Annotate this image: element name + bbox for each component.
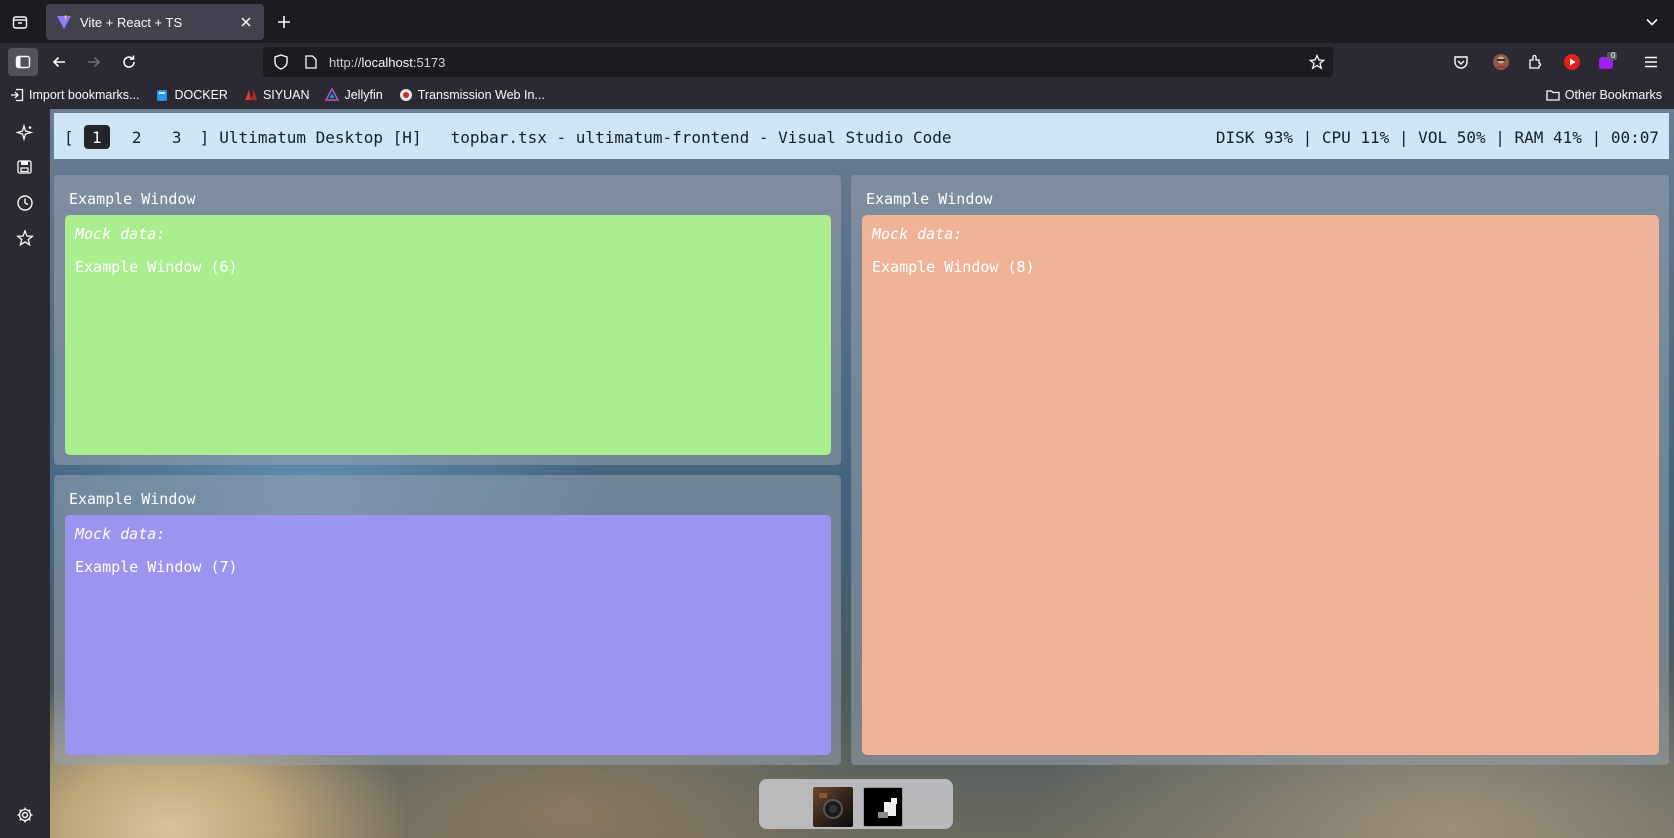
active-window-title: topbar.tsx - ultimatum-frontend - Visual… <box>450 127 952 147</box>
workspace-indicator: [ 1 2 3 ] Ultimatum Desktop [H] topbar.t… <box>64 125 951 149</box>
url-text[interactable]: http://localhost:5173 <box>329 55 445 70</box>
window-body: Mock data: Example Window (8) <box>862 215 1659 755</box>
mock-data-label: Mock data: <box>75 225 166 243</box>
mock-data-label: Mock data: <box>75 525 166 543</box>
workspace-close-bracket: ] <box>199 127 210 147</box>
account-avatar-icon[interactable] <box>1486 48 1516 76</box>
system-status: DISK 93% | CPU 11% | VOL 50% | RAM 41% |… <box>1215 128 1659 147</box>
back-icon[interactable] <box>44 48 74 76</box>
synced-tabs-icon[interactable] <box>13 156 37 180</box>
workspace-1[interactable]: 1 <box>83 125 110 149</box>
tab-strip: Vite + React + TS <box>0 0 1674 43</box>
forward-icon[interactable] <box>79 48 109 76</box>
jellyfin-icon <box>325 88 340 102</box>
extension-badge-count: 0 <box>1611 51 1616 60</box>
bookmark-label: SIYUAN <box>262 88 310 102</box>
address-bar[interactable]: http://localhost:5173 <box>263 47 1333 77</box>
close-tab-icon[interactable] <box>238 14 254 30</box>
window-content: Example Window (6) <box>75 258 238 276</box>
shield-icon[interactable] <box>273 54 289 70</box>
new-tab-icon[interactable] <box>274 12 294 32</box>
chevron-down-icon[interactable] <box>1642 12 1662 32</box>
bookmark-label: Transmission Web In... <box>417 88 545 102</box>
other-bookmarks[interactable]: Other Bookmarks <box>1540 84 1668 106</box>
window-content: Example Window (8) <box>872 258 1035 276</box>
workspace-open-bracket: [ <box>64 127 74 147</box>
window-title: Example Window <box>866 190 993 208</box>
import-icon <box>10 88 24 102</box>
other-bookmarks-label: Other Bookmarks <box>1564 88 1662 102</box>
transmission-icon <box>399 88 413 102</box>
tab-list-icon[interactable] <box>10 12 30 32</box>
mock-data-label: Mock data: <box>872 225 963 243</box>
pocket-icon[interactable] <box>1446 48 1476 76</box>
window-body: Mock data: Example Window (7) <box>65 515 831 755</box>
window-title: Example Window <box>69 490 196 508</box>
extension-badge-icon[interactable]: 0 <box>1592 48 1622 76</box>
workspace-3[interactable]: 3 <box>164 125 190 149</box>
folder-icon <box>1546 88 1560 102</box>
bookmark-label: DOCKER <box>174 88 228 102</box>
ai-sparkle-icon[interactable] <box>13 121 37 145</box>
siyuan-icon <box>244 88 258 102</box>
desktop-topbar: [ 1 2 3 ] Ultimatum Desktop [H] topbar.t… <box>54 113 1669 159</box>
sidebar-toggle-icon[interactable] <box>8 48 38 76</box>
bookmark-docker[interactable]: DOCKER <box>149 84 233 106</box>
bookmark-label: Jellyfin <box>344 88 383 102</box>
page-icon[interactable] <box>303 54 319 70</box>
window-body: Mock data: Example Window (6) <box>65 215 831 455</box>
navigation-toolbar: http://localhost:5173 0 <box>0 43 1674 81</box>
bookmark-star-icon[interactable] <box>1308 53 1326 70</box>
photo-app-icon[interactable] <box>813 787 853 827</box>
bookmark-import[interactable]: Import bookmarks... <box>4 84 145 106</box>
bookmark-siyuan[interactable]: SIYUAN <box>238 84 316 106</box>
settings-gear-icon[interactable] <box>13 803 37 827</box>
desktop-label: Ultimatum Desktop [H] <box>219 127 422 147</box>
window-title: Example Window <box>69 190 196 208</box>
example-window-8[interactable]: Example Window Mock data: Example Window… <box>851 175 1669 765</box>
bookmark-label: Import bookmarks... <box>29 88 140 102</box>
bookmarks-toolbar: Import bookmarks... DOCKER SIYUAN Jellyf… <box>0 81 1674 109</box>
example-window-6[interactable]: Example Window Mock data: Example Window… <box>54 175 841 465</box>
example-window-7[interactable]: Example Window Mock data: Example Window… <box>54 475 841 765</box>
tab-title: Vite + React + TS <box>80 14 183 30</box>
bookmark-jellyfin[interactable]: Jellyfin <box>319 84 388 106</box>
reload-icon[interactable] <box>114 48 144 76</box>
terminal-app-icon[interactable] <box>863 787 903 827</box>
youtube-icon[interactable] <box>1557 48 1587 76</box>
vite-icon <box>56 14 72 30</box>
bookmark-transmission[interactable]: Transmission Web In... <box>393 84 551 106</box>
history-icon[interactable] <box>13 191 37 215</box>
tab-vite-react[interactable]: Vite + React + TS <box>46 4 264 40</box>
web-page: [ 1 2 3 ] Ultimatum Desktop [H] topbar.t… <box>50 109 1674 838</box>
workspace-2[interactable]: 2 <box>124 125 150 149</box>
dock <box>759 779 953 829</box>
bookmarks-star-icon[interactable] <box>13 226 37 250</box>
hamburger-menu-icon[interactable] <box>1636 48 1666 76</box>
browser-sidebar <box>0 109 50 838</box>
docker-icon <box>155 88 169 102</box>
extensions-icon[interactable] <box>1520 48 1550 76</box>
window-content: Example Window (7) <box>75 558 238 576</box>
